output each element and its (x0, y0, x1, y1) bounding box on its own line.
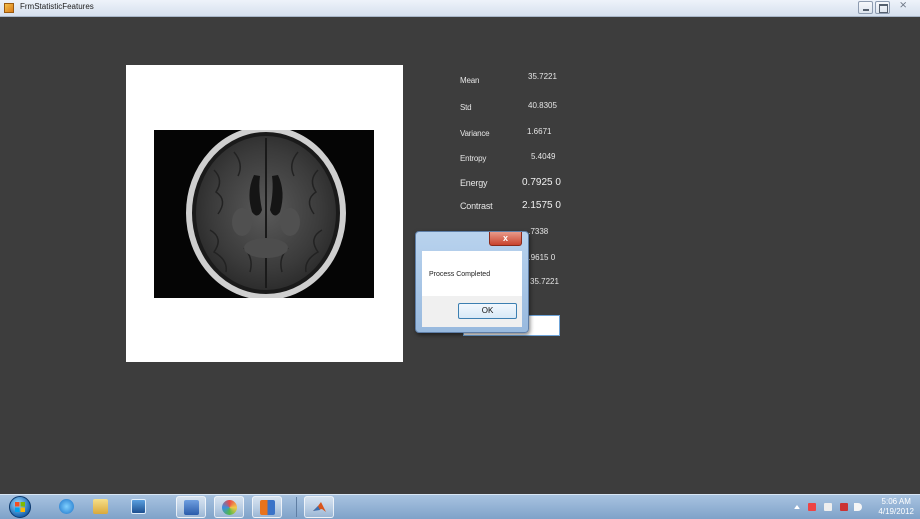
matlab-icon[interactable] (304, 496, 334, 518)
message-box-dialog: x Process Completed OK (415, 231, 529, 333)
media-player-icon[interactable] (124, 496, 154, 518)
start-orb-icon[interactable] (9, 496, 31, 518)
mean-value: 35.7221 (528, 72, 557, 81)
window-title: FrmStatisticFeatures (20, 2, 94, 11)
matlab-glyph-icon (313, 502, 326, 512)
dialog-body: Process Completed (422, 251, 522, 296)
entropy-value: 5.4049 (531, 152, 556, 161)
variance-value: 1.6671 (527, 127, 552, 136)
variance-label: Variance (460, 129, 490, 138)
clock-time: 5:06 AM (881, 497, 911, 506)
form-client-area: Mean 35.7221 Std 40.8305 Variance 1.6671… (0, 17, 920, 494)
internet-explorer-icon[interactable] (52, 496, 82, 518)
word-glyph-icon (184, 500, 199, 515)
feature-9-value: 35.7221 (530, 277, 559, 286)
title-bar: FrmStatisticFeatures ⨯ (0, 0, 920, 17)
office-icon[interactable] (252, 496, 282, 518)
paint-icon[interactable] (214, 496, 244, 518)
taskbar: 5:06 AM 4/19/2012 (0, 494, 920, 519)
mri-brain-image (154, 130, 374, 298)
minimize-icon (863, 9, 869, 11)
contrast-label: Contrast (460, 201, 493, 211)
feature-7-value: ..7338 (526, 227, 549, 236)
minimize-button[interactable] (858, 1, 873, 14)
system-tray: 5:06 AM 4/19/2012 (790, 495, 920, 519)
close-button[interactable]: ⨯ (892, 0, 914, 14)
network-icon[interactable] (840, 503, 848, 511)
taskbar-separator (296, 497, 297, 517)
image-panel (126, 65, 403, 362)
entropy-label: Entropy (460, 154, 487, 163)
energy-value: 0.7925 0 (522, 177, 561, 188)
ie-glyph-icon (59, 499, 74, 514)
dialog-close-button[interactable]: x (489, 232, 522, 246)
std-label: Std (460, 103, 472, 112)
office-glyph-icon (260, 500, 275, 515)
paint-glyph-icon (222, 500, 237, 515)
contrast-value: 2.1575 0 (522, 200, 561, 211)
window-controls: ⨯ (858, 0, 914, 15)
energy-label: Energy (460, 178, 488, 188)
show-hidden-icons-icon[interactable] (794, 505, 800, 509)
app-icon (4, 3, 14, 13)
mean-label: Mean (460, 76, 480, 85)
mri-scan-drawing (186, 130, 346, 298)
volume-icon[interactable] (854, 503, 862, 511)
maximize-button[interactable] (875, 1, 890, 14)
clock[interactable]: 5:06 AM 4/19/2012 (878, 497, 914, 517)
folder-glyph-icon (93, 499, 108, 514)
media-glyph-icon (131, 499, 146, 514)
clock-date: 4/19/2012 (878, 507, 914, 516)
close-icon: ⨯ (899, 0, 908, 11)
dialog-message: Process Completed (429, 271, 491, 278)
word-icon[interactable] (176, 496, 206, 518)
file-explorer-icon[interactable] (86, 496, 116, 518)
device-icon[interactable] (824, 503, 832, 511)
dialog-footer: OK (422, 296, 522, 327)
std-value: 40.8305 (528, 101, 557, 110)
windows-flag-icon (15, 502, 25, 512)
ok-button[interactable]: OK (458, 303, 517, 319)
maximize-icon (879, 4, 888, 13)
action-center-icon[interactable] (808, 503, 816, 511)
